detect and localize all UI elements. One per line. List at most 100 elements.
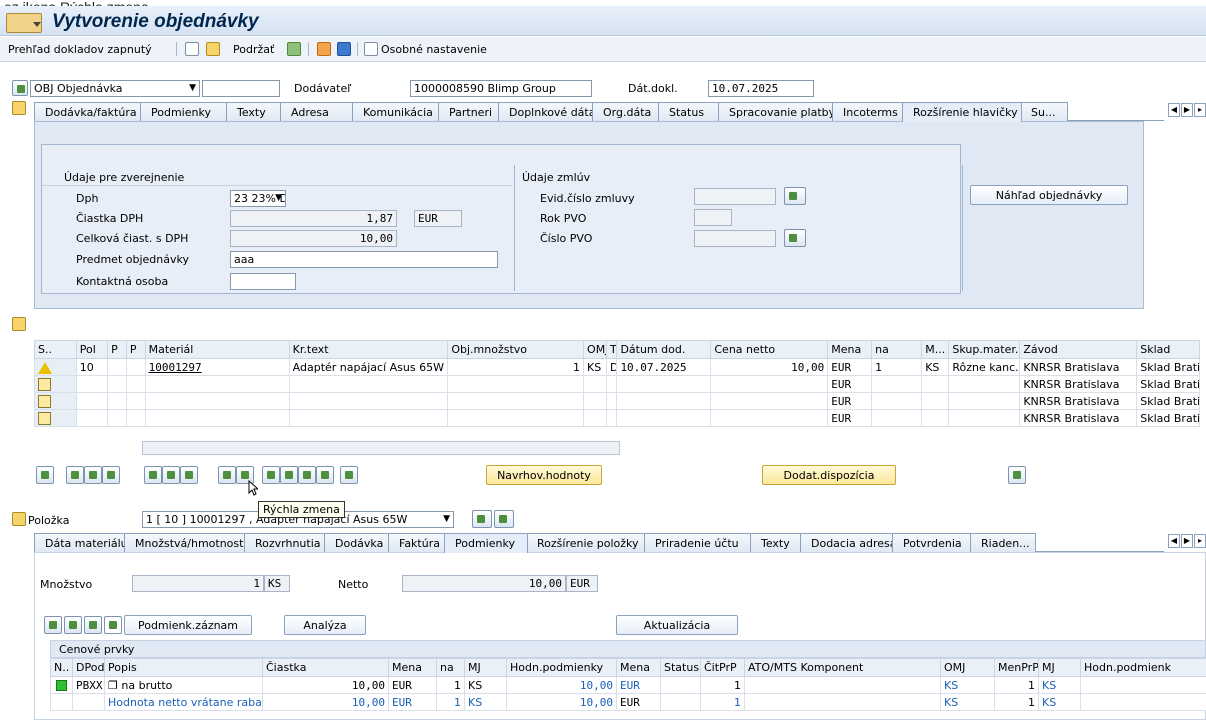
- item-detail-icon[interactable]: [36, 466, 54, 484]
- table-cell[interactable]: [72, 693, 105, 711]
- table-cell[interactable]: [744, 676, 941, 694]
- next-item-icon[interactable]: [494, 510, 514, 528]
- personal-settings-icon[interactable]: [364, 42, 378, 56]
- table-cell[interactable]: [107, 375, 127, 393]
- column-header[interactable]: Popis: [104, 658, 263, 677]
- tab-rozvrhnutia[interactable]: Rozvrhnutia: [244, 533, 326, 552]
- table-cell[interactable]: [871, 409, 923, 427]
- table-cell[interactable]: [710, 392, 829, 410]
- condition-insert-icon[interactable]: [64, 616, 82, 634]
- table-cell[interactable]: [447, 392, 585, 410]
- messages-icon[interactable]: [317, 42, 331, 56]
- table-cell[interactable]: 1: [700, 693, 745, 711]
- dph-select[interactable]: 23 23% D...: [230, 190, 286, 207]
- details-icon[interactable]: [340, 466, 358, 484]
- table-cell[interactable]: KS: [464, 693, 507, 711]
- column-header[interactable]: Závod: [1019, 340, 1138, 359]
- table-cell[interactable]: [1080, 693, 1206, 711]
- table-cell[interactable]: 1: [700, 676, 745, 694]
- table-cell[interactable]: 10: [75, 358, 109, 376]
- tab-adresa[interactable]: Adresa: [280, 102, 354, 121]
- table-cell[interactable]: ❐ na brutto: [104, 676, 263, 694]
- table-cell[interactable]: [660, 693, 701, 711]
- pvo-number-display-icon[interactable]: [784, 229, 806, 247]
- column-header[interactable]: Kr.text: [288, 340, 449, 359]
- item-copy-icon[interactable]: [84, 466, 102, 484]
- column-header[interactable]: Hodn.podmienk: [1080, 658, 1206, 677]
- table-cell[interactable]: [125, 358, 146, 376]
- column-header[interactable]: DPod: [72, 658, 105, 677]
- column-header[interactable]: MenPrP: [994, 658, 1039, 677]
- tab-partneri[interactable]: Partneri: [438, 102, 500, 121]
- column-header[interactable]: M...: [921, 340, 950, 359]
- table-row[interactable]: EUR KNRSR Bratislava Sklad Brati: [34, 409, 1200, 427]
- column-header[interactable]: Dátum dod.: [616, 340, 712, 359]
- table-cell[interactable]: [34, 358, 77, 376]
- table-cell[interactable]: PBXX: [72, 676, 105, 694]
- table-cell[interactable]: [710, 409, 829, 427]
- document-type-select[interactable]: OBJ Objednávka: [30, 80, 200, 97]
- table-row[interactable]: EUR KNRSR Bratislava Sklad Brati: [34, 392, 1200, 410]
- supply-disposition-button[interactable]: Dodat.dispozícia: [762, 465, 896, 485]
- personal-settings-button[interactable]: Osobné nastavenie: [381, 43, 487, 56]
- tab-množstvá-hmotnosti[interactable]: Množstvá/hmotnosti: [124, 533, 246, 552]
- previous-item-icon[interactable]: [472, 510, 492, 528]
- table-row[interactable]: PBXX ❐ na brutto 10,00 EUR 1 KS 10,00 EUR 1 KS 1 KS: [50, 676, 1206, 694]
- item-tab-list-icon[interactable]: ▸: [1194, 534, 1206, 548]
- table-cell[interactable]: D: [605, 358, 618, 376]
- table-cell[interactable]: [948, 409, 1021, 427]
- table-cell[interactable]: [125, 375, 146, 393]
- table-cell[interactable]: [144, 392, 290, 410]
- table-cell[interactable]: [144, 375, 290, 393]
- table-cell[interactable]: [107, 358, 127, 376]
- open-document-icon[interactable]: [206, 42, 220, 56]
- table-cell[interactable]: [34, 375, 77, 393]
- hold-button[interactable]: Podržať: [233, 43, 274, 56]
- table-row[interactable]: EUR KNRSR Bratislava Sklad Brati: [34, 375, 1200, 393]
- condition-record-icon[interactable]: [104, 616, 122, 634]
- document-overview-button[interactable]: Prehľad dokladov zapnutý: [8, 43, 152, 56]
- table-cell[interactable]: [50, 693, 73, 711]
- table-cell[interactable]: EUR: [616, 676, 661, 694]
- column-header[interactable]: Mena: [388, 658, 437, 677]
- tab-doplnkové-dáta[interactable]: Doplnkové dáta: [498, 102, 594, 121]
- table-cell[interactable]: [144, 409, 290, 427]
- table-cell[interactable]: EUR: [616, 693, 661, 711]
- table-cell[interactable]: 1: [994, 693, 1039, 711]
- table-cell[interactable]: [660, 676, 701, 694]
- document-type-extra-field[interactable]: [202, 80, 280, 97]
- table-cell[interactable]: [447, 375, 585, 393]
- table-cell[interactable]: Sklad Brati: [1136, 375, 1200, 393]
- item-insert-icon[interactable]: [66, 466, 84, 484]
- tab-dodávka-faktúra[interactable]: Dodávka/faktúra: [34, 102, 142, 121]
- table-cell[interactable]: 10,00: [262, 693, 389, 711]
- table-cell[interactable]: KS: [940, 693, 995, 711]
- table-cell[interactable]: 10,00: [262, 676, 389, 694]
- table-cell[interactable]: KNRSR Bratislava: [1019, 392, 1138, 410]
- column-header[interactable]: ČitPrP: [700, 658, 745, 677]
- sort-ascending-icon[interactable]: [262, 466, 280, 484]
- condition-detail-icon[interactable]: [44, 616, 62, 634]
- table-cell[interactable]: KS: [464, 676, 507, 694]
- table-cell[interactable]: 10,00: [506, 676, 617, 694]
- column-header[interactable]: Materiál: [144, 340, 290, 359]
- table-cell[interactable]: EUR: [827, 358, 873, 376]
- table-cell[interactable]: [616, 409, 712, 427]
- items-horizontal-scrollbar[interactable]: [142, 441, 620, 455]
- sort-descending-icon[interactable]: [280, 466, 298, 484]
- tab-podmienky[interactable]: Podmienky: [140, 102, 228, 121]
- column-header[interactable]: Obj.množstvo: [447, 340, 585, 359]
- item-tab-scroll-right-icon[interactable]: ▶: [1181, 534, 1193, 548]
- collapse-item-detail-icon[interactable]: [12, 512, 26, 526]
- table-cell[interactable]: 10,00: [710, 358, 829, 376]
- table-cell[interactable]: [948, 375, 1021, 393]
- table-cell[interactable]: [921, 375, 950, 393]
- column-header[interactable]: na: [436, 658, 465, 677]
- column-header[interactable]: Cena netto: [710, 340, 829, 359]
- app-menu-icon[interactable]: [6, 13, 42, 33]
- table-cell[interactable]: [921, 409, 950, 427]
- tab-scroll-left-icon[interactable]: ◀: [1168, 103, 1180, 117]
- table-cell[interactable]: [583, 392, 607, 410]
- table-cell[interactable]: [871, 375, 923, 393]
- table-row[interactable]: 1010001297Adaptér napájací Asus 65W1KSD1…: [34, 358, 1200, 376]
